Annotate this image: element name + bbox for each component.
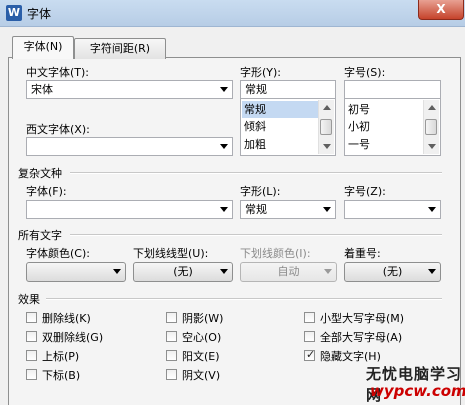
scroll-thumb[interactable] <box>320 119 332 135</box>
chevron-down-icon <box>113 269 121 274</box>
complex-style-value: 常规 <box>245 203 267 216</box>
underline-style-label: 下划线线型(U): <box>133 247 209 260</box>
chinese-font-label: 中文字体(T): <box>26 66 90 79</box>
close-button[interactable]: X <box>418 0 464 20</box>
font-size-label: 字号(S): <box>344 66 386 79</box>
checkbox[interactable] <box>304 331 315 342</box>
checkbox-label: 全部大写字母(A) <box>320 331 403 344</box>
underline-color-value: 自动 <box>277 265 300 278</box>
checkbox-label: 空心(O) <box>182 331 222 344</box>
underline-style-dropdown[interactable]: (无) <box>133 262 233 282</box>
checkbox[interactable]: ✓ <box>304 348 316 361</box>
checkbox[interactable] <box>304 312 315 323</box>
checkbox-label: 隐藏文字(H) <box>320 350 381 363</box>
tab-font[interactable]: 字体(N) <box>12 36 74 59</box>
checkbox-label: 下标(B) <box>42 369 81 382</box>
checkbox-label: 阴影(W) <box>182 312 224 325</box>
checkbox[interactable] <box>26 350 37 361</box>
complex-size-select[interactable] <box>344 200 441 219</box>
font-size-input[interactable] <box>344 80 441 99</box>
western-font-select[interactable] <box>26 137 233 156</box>
checkbox-label: 删除线(K) <box>42 312 91 325</box>
checkbox[interactable] <box>166 331 177 342</box>
scroll-up-icon[interactable] <box>323 105 331 110</box>
checkbox-label: 双删除线(G) <box>42 331 104 344</box>
wps-app-icon: W <box>6 5 22 21</box>
checkbox[interactable] <box>166 350 177 361</box>
underline-color-label: 下划线颜色(I): <box>240 247 311 260</box>
underline-style-value: (无) <box>173 265 193 278</box>
scroll-down-icon[interactable] <box>428 144 436 149</box>
chevron-down-icon <box>428 207 436 212</box>
chevron-down-icon <box>323 207 331 212</box>
check-icon: ✓ <box>306 348 316 361</box>
font-color-label: 字体颜色(C): <box>26 247 90 260</box>
list-item[interactable]: 常规 <box>242 101 320 118</box>
chevron-down-icon <box>220 87 228 92</box>
complex-style-label: 字形(L): <box>240 185 281 198</box>
checkbox[interactable] <box>26 331 37 342</box>
font-size-list[interactable]: 初号 小初 一号 <box>344 98 441 156</box>
divider <box>46 298 442 300</box>
underline-color-dropdown: 自动 <box>240 262 337 282</box>
all-text-section-title: 所有文字 <box>18 229 62 242</box>
watermark-url: wypcw.com <box>370 382 465 400</box>
checkbox[interactable] <box>166 369 177 380</box>
list-item[interactable]: 小初 <box>348 118 370 135</box>
list-item[interactable]: 加粗 <box>244 136 266 153</box>
complex-font-select[interactable] <box>26 200 233 219</box>
list-item[interactable]: 一号 <box>348 136 370 153</box>
complex-font-label: 字体(F): <box>26 185 67 198</box>
tab-character-spacing[interactable]: 字符间距(R) <box>74 38 166 59</box>
list-item[interactable]: 初号 <box>348 101 370 118</box>
effects-section-title: 效果 <box>18 293 40 306</box>
font-style-input[interactable]: 常规 <box>240 80 336 99</box>
complex-size-label: 字号(Z): <box>344 185 386 198</box>
western-font-label: 西文字体(X): <box>26 123 90 136</box>
scrollbar[interactable] <box>318 100 334 154</box>
list-item[interactable]: 倾斜 <box>244 118 266 135</box>
font-style-list[interactable]: 常规 倾斜 加粗 <box>240 98 336 156</box>
checkbox-label: 上标(P) <box>42 350 80 363</box>
emphasis-mark-dropdown[interactable]: (无) <box>344 262 441 282</box>
chinese-font-select[interactable]: 宋体 <box>26 80 233 99</box>
checkbox-label: 阴文(V) <box>182 369 221 382</box>
scroll-down-icon[interactable] <box>323 144 331 149</box>
chevron-down-icon <box>324 269 332 274</box>
font-color-dropdown[interactable] <box>26 262 126 282</box>
chevron-down-icon <box>220 144 228 149</box>
divider <box>70 234 442 236</box>
checkbox[interactable] <box>26 369 37 380</box>
window-title: 字体 <box>27 7 52 21</box>
scroll-thumb[interactable] <box>425 119 437 135</box>
checkbox[interactable] <box>166 312 177 323</box>
complex-script-section-title: 复杂文种 <box>18 167 62 180</box>
chevron-down-icon <box>428 269 436 274</box>
emphasis-mark-label: 着重号: <box>344 247 381 260</box>
emphasis-mark-value: (无) <box>382 265 403 278</box>
chinese-font-value: 宋体 <box>31 83 53 96</box>
checkbox-label: 阳文(E) <box>182 350 220 363</box>
title-bar <box>0 0 465 27</box>
divider <box>70 172 442 174</box>
scrollbar[interactable] <box>423 100 439 154</box>
checkbox-label: 小型大写字母(M) <box>320 312 405 325</box>
complex-style-select[interactable]: 常规 <box>240 200 336 219</box>
checkbox[interactable] <box>26 312 37 323</box>
chevron-down-icon <box>220 269 228 274</box>
scroll-up-icon[interactable] <box>428 105 436 110</box>
chevron-down-icon <box>220 207 228 212</box>
font-style-label: 字形(Y): <box>240 66 282 79</box>
